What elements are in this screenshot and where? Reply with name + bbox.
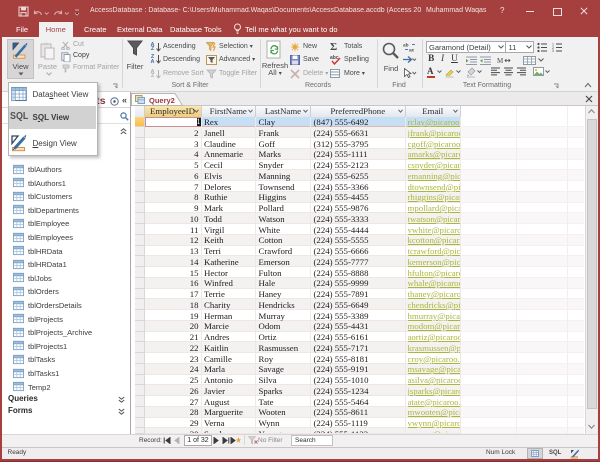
svg-text:ac: ac xyxy=(409,49,415,53)
svg-text:ab: ab xyxy=(403,43,409,49)
svg-text:M: M xyxy=(497,57,504,65)
svg-text:3: 3 xyxy=(552,49,554,52)
